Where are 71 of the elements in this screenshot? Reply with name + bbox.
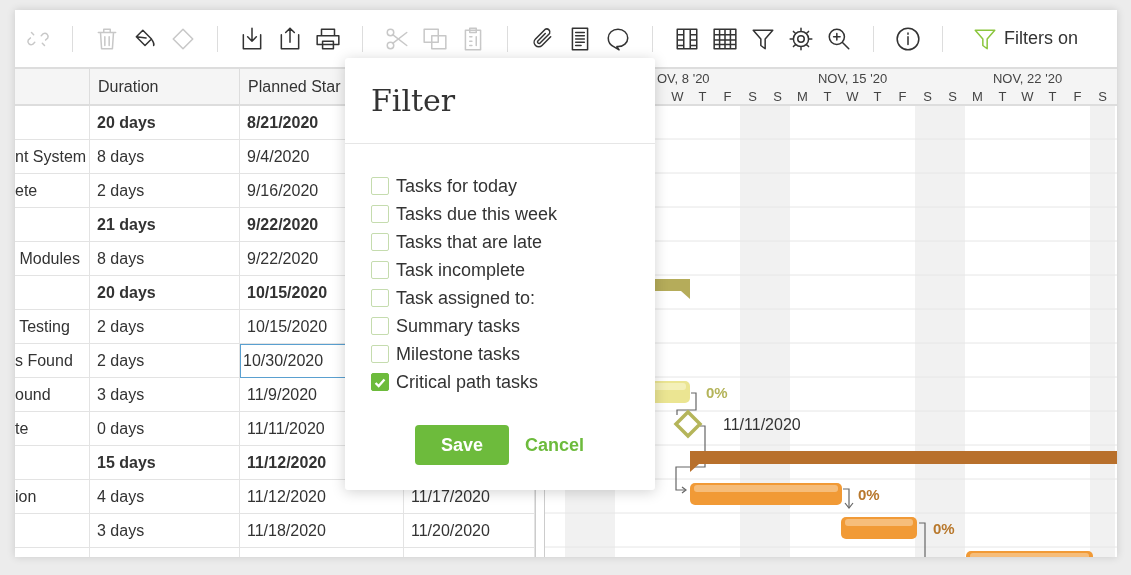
milestone-diamond[interactable] — [673, 409, 703, 439]
table-cell: te — [15, 412, 90, 446]
day-label: T — [823, 89, 832, 104]
summary-bar[interactable] — [690, 451, 1117, 472]
day-label: T — [698, 89, 707, 104]
day-label: S — [923, 89, 932, 104]
table-cell: 4 days — [90, 480, 240, 514]
checkbox[interactable] — [371, 317, 389, 335]
table-cell: 20 days — [90, 106, 240, 140]
day-label: S — [1098, 89, 1107, 104]
day-label: S — [773, 89, 782, 104]
day-label: W — [671, 89, 684, 104]
day-label: S — [948, 89, 957, 104]
checkbox[interactable] — [371, 177, 389, 195]
day-label: W — [846, 89, 859, 104]
week-label: NOV, 22 '20 — [992, 71, 1063, 86]
column-header[interactable]: Planned Star — [248, 77, 341, 96]
day-label: M — [972, 89, 983, 104]
table-cell: 3 days — [90, 378, 240, 412]
dependency-arrow — [675, 425, 706, 494]
checkbox[interactable] — [371, 373, 389, 391]
checkbox[interactable] — [371, 345, 389, 363]
day-label: M — [797, 89, 808, 104]
checkbox[interactable] — [371, 205, 389, 223]
table-cell: s Found — [15, 344, 90, 378]
table-cell: ete — [15, 174, 90, 208]
table-cell: Testing — [15, 310, 90, 344]
table-cell: 8 days — [90, 242, 240, 276]
day-label: W — [1021, 89, 1034, 104]
day-label: T — [998, 89, 1007, 104]
progress-label: 0% — [933, 520, 955, 537]
milestone-date: 11/11/2020 — [723, 416, 801, 433]
printer-icon[interactable] — [315, 25, 341, 52]
task-bar[interactable] — [966, 551, 1093, 557]
table-cell: 15 days — [90, 446, 240, 480]
task-bar[interactable] — [841, 517, 917, 539]
table-cell: nt System — [15, 140, 90, 174]
table-cell: 11/18/2020 — [240, 514, 404, 548]
day-label: T — [1048, 89, 1057, 104]
day-label: F — [898, 89, 907, 104]
grid-icon[interactable] — [712, 25, 738, 52]
filter-status: Filters on — [1004, 28, 1079, 49]
progress-label: 0% — [858, 486, 880, 503]
table-cell: ion — [15, 480, 90, 514]
table-cell: ound — [15, 378, 90, 412]
table-cell: 2 days — [90, 344, 240, 378]
day-label: F — [723, 89, 732, 104]
week-label: NOV, 15 '20 — [817, 71, 888, 86]
day-label: S — [748, 89, 757, 104]
progress-label: 0% — [706, 384, 728, 401]
checkbox[interactable] — [371, 233, 389, 251]
column-header[interactable]: Duration — [98, 77, 159, 96]
settings-icon[interactable] — [788, 25, 814, 52]
checkbox[interactable] — [371, 261, 389, 279]
task-bar[interactable] — [690, 483, 842, 505]
checkbox[interactable] — [371, 289, 389, 307]
columns-icon[interactable] — [674, 25, 700, 52]
table-cell: 21 days — [90, 208, 240, 242]
day-label: F — [1073, 89, 1082, 104]
week-label: OV, 8 '20 — [657, 71, 710, 86]
table-cell: 3 days — [90, 514, 240, 548]
table-cell: 11/20/2020 — [404, 514, 535, 548]
table-cell: 0 days — [90, 412, 240, 446]
table-cell: Modules — [15, 242, 90, 276]
day-label: T — [873, 89, 882, 104]
table-cell: 2 days — [90, 310, 240, 344]
dependency-arrow — [842, 488, 854, 509]
table-cell: 20 days — [90, 276, 240, 310]
table-cell: 8 days — [90, 140, 240, 174]
table-cell: 2 days — [90, 174, 240, 208]
info-icon[interactable] — [895, 25, 921, 52]
